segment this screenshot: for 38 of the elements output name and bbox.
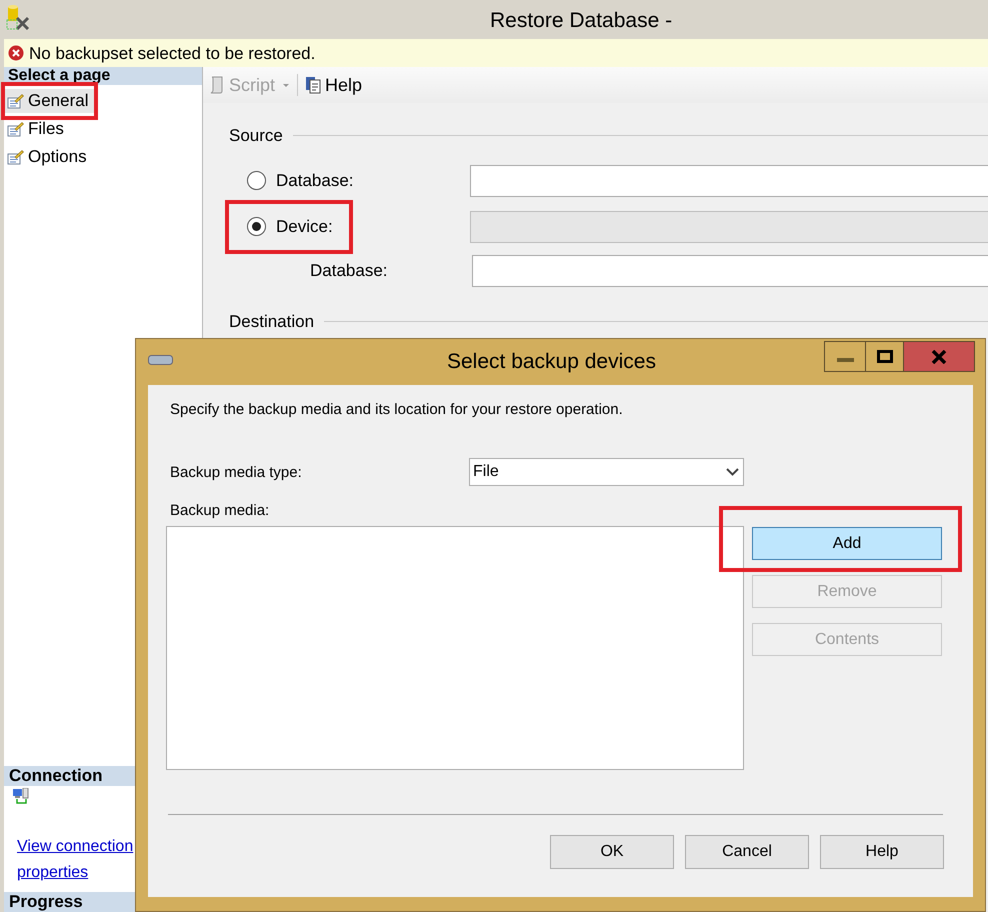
field-label: Backup media: [170, 503, 270, 518]
database-tools-icon [6, 4, 30, 30]
connection-properties-link[interactable]: View connection properties [17, 834, 139, 886]
section-header: Select a page [4, 67, 202, 85]
page-list-item[interactable]: Files [4, 117, 70, 141]
window-title: Restore Database - [490, 8, 672, 34]
dialog-button[interactable]: OK [550, 835, 674, 869]
scroll-icon [209, 76, 225, 94]
dialog-button[interactable]: Add [752, 527, 942, 560]
page-list-item[interactable]: Options [4, 145, 93, 169]
field-label: Backup media type: [170, 465, 302, 480]
group-title: Destination [229, 312, 314, 330]
group-title: Source [229, 125, 283, 147]
minimize-button[interactable] [824, 341, 866, 372]
close-icon [931, 350, 947, 364]
media-type-dropdown[interactable]: File [469, 458, 744, 486]
chevron-down-icon [726, 468, 739, 476]
error-icon [8, 45, 24, 61]
network-computers-icon [13, 788, 29, 804]
radio-option[interactable]: Database: [229, 168, 451, 194]
page-pencil-icon [7, 150, 24, 164]
dialog-button[interactable]: Help [820, 835, 944, 869]
dialog-button[interactable]: Cancel [685, 835, 809, 869]
page-pencil-icon [7, 122, 24, 136]
page-pencil-icon [7, 94, 24, 108]
close-button[interactable] [904, 341, 975, 372]
dialog-title: Select backup devices [447, 351, 656, 372]
caret-down-icon [283, 84, 290, 86]
documents-icon [305, 76, 322, 94]
help-button[interactable]: Help [303, 71, 364, 99]
field-label: Database: [310, 260, 388, 282]
error-message: No backupset selected to be restored. [29, 44, 316, 62]
input-field[interactable] [470, 164, 988, 196]
tape-device-icon [148, 355, 173, 365]
page-list-item[interactable]: General [4, 89, 94, 113]
description-text: Specify the backup media and its location for your restore operation. [170, 402, 623, 417]
database-field[interactable] [472, 254, 988, 286]
radio-option[interactable]: Device: [229, 214, 451, 240]
